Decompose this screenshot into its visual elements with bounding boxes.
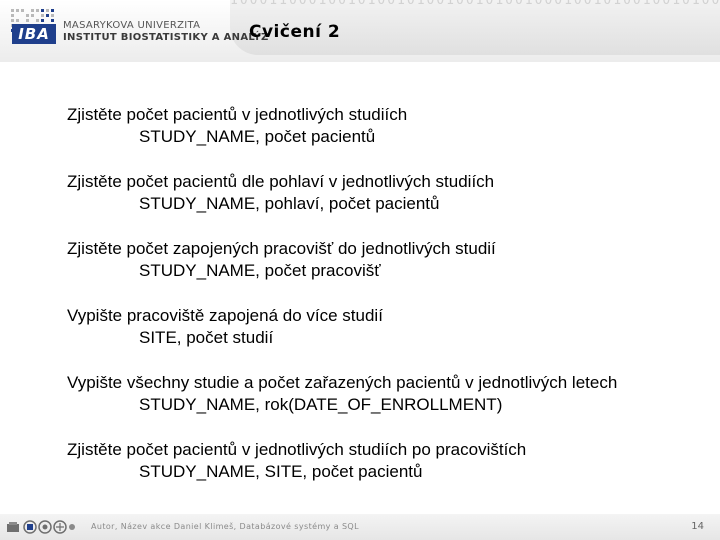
task-item: Zjistěte počet pacientů v jednotlivých s… — [67, 439, 707, 506]
task-columns: SITE, počet studií — [139, 328, 274, 347]
task-columns: STUDY_NAME, SITE, počet pacientů — [139, 462, 423, 481]
slide-header: 1000110001001010010100100101001000100101… — [0, 0, 720, 62]
page-number: 14 — [691, 521, 704, 532]
task-item: Vypište všechny studie a počet zařazenýc… — [67, 372, 707, 439]
slide-title: Cvičení 2 — [249, 22, 341, 42]
task-question: Vypište pracoviště zapojená do více stud… — [67, 306, 383, 325]
task-question: Vypište všechny studie a počet zařazenýc… — [67, 373, 618, 392]
task-item: Zjistěte počet pacientů v jednotlivých s… — [67, 104, 707, 171]
task-question: Zjistěte počet pacientů dle pohlaví v je… — [67, 172, 495, 191]
task-item: Zjistěte počet pacientů dle pohlaví v je… — [67, 171, 707, 238]
header-band-pattern: 1000110001001010010100100101001000100101… — [230, 0, 720, 8]
task-columns: STUDY_NAME, pohlaví, počet pacientů — [139, 194, 440, 213]
task-question: Zjistěte počet pacientů v jednotlivých s… — [67, 440, 527, 459]
task-columns: STUDY_NAME, počet pacientů — [139, 127, 376, 146]
task-list: Zjistěte počet pacientů v jednotlivých s… — [67, 104, 707, 506]
institute-name: INSTITUT BIOSTATISTIKY A ANALÝZ — [63, 32, 269, 43]
task-item: Zjistěte počet zapojených pracovišť do j… — [67, 238, 707, 305]
iba-logo-text: IBA — [12, 24, 56, 44]
task-columns: STUDY_NAME, rok(DATE_OF_ENROLLMENT) — [139, 395, 503, 414]
task-question: Zjistěte počet pacientů v jednotlivých s… — [67, 105, 408, 124]
slide-footer: Autor, Název akce Daniel Klimeš, Databáz… — [0, 514, 720, 540]
task-question: Zjistěte počet zapojených pracovišť do j… — [67, 239, 496, 258]
footer-text: Autor, Název akce Daniel Klimeš, Databáz… — [91, 522, 359, 531]
university-name: MASARYKOVA UNIVERZITA — [63, 20, 201, 31]
task-columns: STUDY_NAME, počet pracovišť — [139, 261, 381, 280]
faculty-logos-icon — [7, 520, 75, 534]
task-item: Vypište pracoviště zapojená do více stud… — [67, 305, 707, 372]
